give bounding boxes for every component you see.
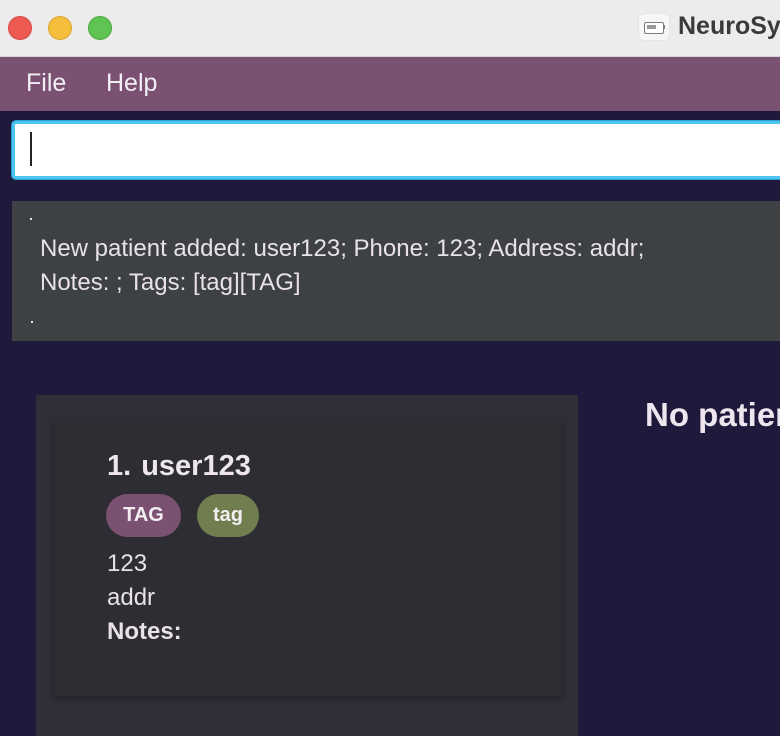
patient-name-text: user123	[141, 450, 251, 482]
patient-tag: TAG	[106, 494, 181, 537]
close-window-button[interactable]	[8, 16, 32, 40]
patient-name: 1. user123	[107, 450, 251, 483]
maximize-window-button[interactable]	[88, 16, 112, 40]
patient-card[interactable]: 1. user123 TAG tag 123 addr Notes:	[55, 420, 561, 696]
scroll-marker-bottom	[31, 321, 33, 323]
minimize-window-button[interactable]	[48, 16, 72, 40]
window-title: NeuroSy	[678, 12, 780, 40]
patient-index: 1.	[107, 450, 132, 482]
patient-address: addr	[107, 584, 156, 611]
patient-phone: 123	[107, 550, 148, 577]
scroll-marker-top	[30, 218, 32, 220]
text-caret	[30, 132, 32, 166]
menu-bar: File Help	[0, 57, 780, 111]
patient-tag: tag	[197, 494, 259, 537]
app-battery-icon	[638, 13, 670, 41]
patient-notes-label: Notes:	[107, 618, 182, 645]
menu-help[interactable]: Help	[106, 69, 157, 98]
result-message: New patient added: user123; Phone: 123; …	[40, 235, 645, 296]
result-display[interactable]: New patient added: user123; Phone: 123; …	[12, 201, 780, 341]
command-box[interactable]	[12, 121, 780, 179]
app-window: NeuroSy File Help New patient added: use…	[0, 0, 780, 736]
title-bar[interactable]: NeuroSy	[0, 0, 780, 57]
command-input[interactable]	[27, 128, 771, 174]
detail-placeholder: No patien	[645, 396, 780, 433]
menu-file[interactable]: File	[26, 69, 66, 98]
